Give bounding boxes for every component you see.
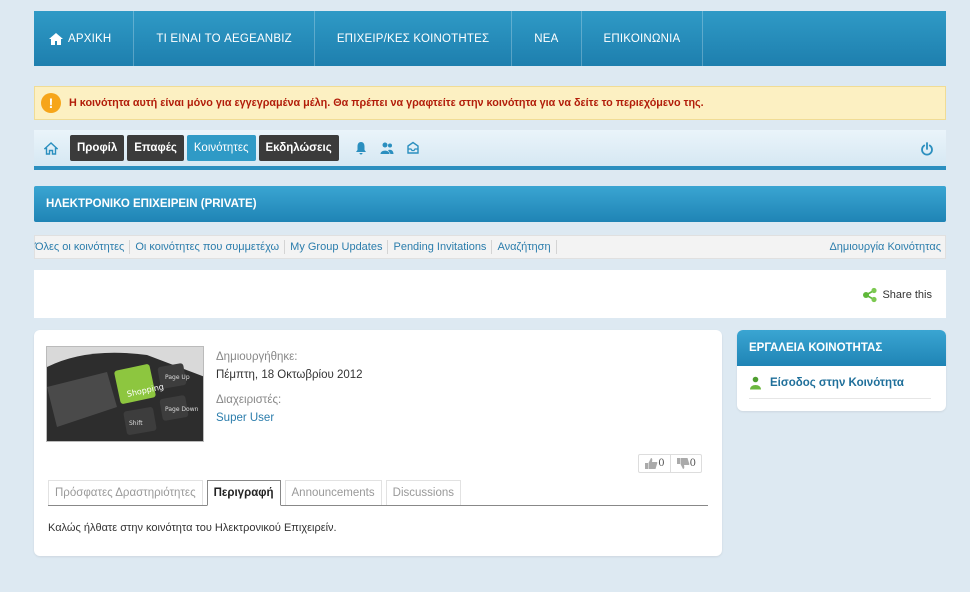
top-strip [0,0,970,11]
admin-link[interactable]: Super User [216,409,363,427]
tools-title: ΕΡΓΑΛΕΙΑ ΚΟΙΝΟΤΗΤΑΣ [737,330,946,366]
nav-item-news[interactable]: ΝΕΑ [512,11,582,66]
nav-item-home[interactable]: ΑΡΧΙΚΗ [34,11,135,66]
community-description: Καλώς ήλθατε στην κοινότητα του Ηλεκτρον… [48,522,337,534]
subnav-my-communities[interactable]: Οι κοινότητες που συμμετέχω [130,240,286,254]
key-label: Shift [129,420,143,427]
community-subnav: Όλες οι κοινότητες Οι κοινότητες που συμ… [34,235,946,259]
community-tabs: Πρόσφατες Δραστηριότητες Περιγραφή Annou… [48,480,708,506]
thumbs-down-icon [676,458,689,469]
share-label: Share this [882,289,932,301]
share-icon [863,287,878,303]
alert-message: Η κοινότητα αυτή είναι μόνο για εγγεγραμ… [69,97,704,109]
subnav-search[interactable]: Αναζήτηση [492,240,557,254]
key-label: Page Up [165,374,190,381]
nav-item-about[interactable]: ΤΙ ΕΙΝΑΙ ΤΟ AEGEANBIZ [134,11,315,66]
warning-icon: ! [41,93,61,113]
tab-announcements[interactable]: Announcements [284,480,382,505]
user-join-icon [750,376,761,390]
keyboard-shopping-image: Shopping Page Up Page Down Shift [47,347,203,441]
created-label: Δημιουργήθηκε: [216,351,298,363]
communities-button[interactable]: Κοινότητες [186,135,256,161]
bell-icon[interactable] [354,141,368,155]
home-icon [49,32,63,45]
create-community-link[interactable]: Δημιουργία Κοινότητας [829,241,941,253]
admins-label: Διαχειριστές: [216,394,282,406]
like-button[interactable]: 0 [639,455,669,472]
created-date: Πέμπτη, 18 Οκτωβρίου 2012 [216,369,363,381]
power-icon[interactable] [920,142,934,156]
users-icon[interactable] [380,141,394,155]
members-only-alert: ! Η κοινότητα αυτή είναι μόνο για εγγεγρ… [34,86,946,120]
nav-item-label: ΕΠΙΧΕΙΡ/ΚΕΣ ΚΟΙΝΟΤΗΤΕΣ [336,32,490,45]
user-toolbar: Προφίλ Επαφές Κοινότητες Εκδηλώσεις [34,130,946,170]
join-community-link[interactable]: Είσοδος στην Κοινότητα [749,376,931,399]
tab-discussions[interactable]: Discussions [385,480,461,505]
nav-item-communities[interactable]: ΕΠΙΧΕΙΡ/ΚΕΣ ΚΟΙΝΟΤΗΤΕΣ [315,11,513,66]
inbox-icon[interactable] [406,141,420,155]
community-title: ΗΛΕΚΤΡΟΝΙΚΟ ΕΠΙΧΕΙΡΕΙΝ (PRIVATE) [46,198,257,210]
like-count: 0 [658,458,665,469]
subnav-all-communities[interactable]: Όλες οι κοινότητες [35,240,131,254]
nav-item-label: ΕΠΙΚΟΙΝΩΝΙΑ [603,32,681,45]
dislike-button[interactable]: 0 [669,455,701,472]
nav-item-contact[interactable]: ΕΠΙΚΟΙΝΩΝΙΑ [582,11,704,66]
key-label: Page Down [165,406,199,413]
subnav-group-updates[interactable]: My Group Updates [285,240,389,254]
community-tools-panel: ΕΡΓΑΛΕΙΑ ΚΟΙΝΟΤΗΤΑΣ Είσοδος στην Κοινότη… [737,330,946,411]
tab-description[interactable]: Περιγραφή [206,480,281,506]
share-bar: Share this [34,270,946,318]
events-button[interactable]: Εκδηλώσεις [258,135,339,161]
vote-widget: 0 0 [638,454,702,473]
contacts-button[interactable]: Επαφές [127,135,184,161]
tab-recent-activity[interactable]: Πρόσφατες Δραστηριότητες [48,480,203,505]
dislike-count: 0 [689,458,696,469]
home-icon[interactable] [44,141,58,155]
share-button[interactable]: Share this [862,287,932,303]
nav-item-label: ΝΕΑ [534,32,559,45]
community-card: Shopping Page Up Page Down Shift Δημιουρ… [34,330,722,556]
profile-button[interactable]: Προφίλ [70,135,125,161]
community-meta: Δημιουργήθηκε: Πέμπτη, 18 Οκτωβρίου 2012… [216,348,363,427]
nav-item-label: ΤΙ ΕΙΝΑΙ ΤΟ AEGEANBIZ [156,32,292,45]
subnav-pending-invitations[interactable]: Pending Invitations [388,240,493,254]
community-thumbnail: Shopping Page Up Page Down Shift [46,346,204,442]
community-title-bar: ΗΛΕΚΤΡΟΝΙΚΟ ΕΠΙΧΕΙΡΕΙΝ (PRIVATE) [34,186,946,222]
thumbs-up-icon [645,458,658,469]
nav-item-label: ΑΡΧΙΚΗ [68,32,112,45]
join-community-label: Είσοδος στην Κοινότητα [770,377,904,389]
main-nav: ΑΡΧΙΚΗ ΤΙ ΕΙΝΑΙ ΤΟ AEGEANBIZ ΕΠΙΧΕΙΡ/ΚΕΣ… [34,11,946,66]
